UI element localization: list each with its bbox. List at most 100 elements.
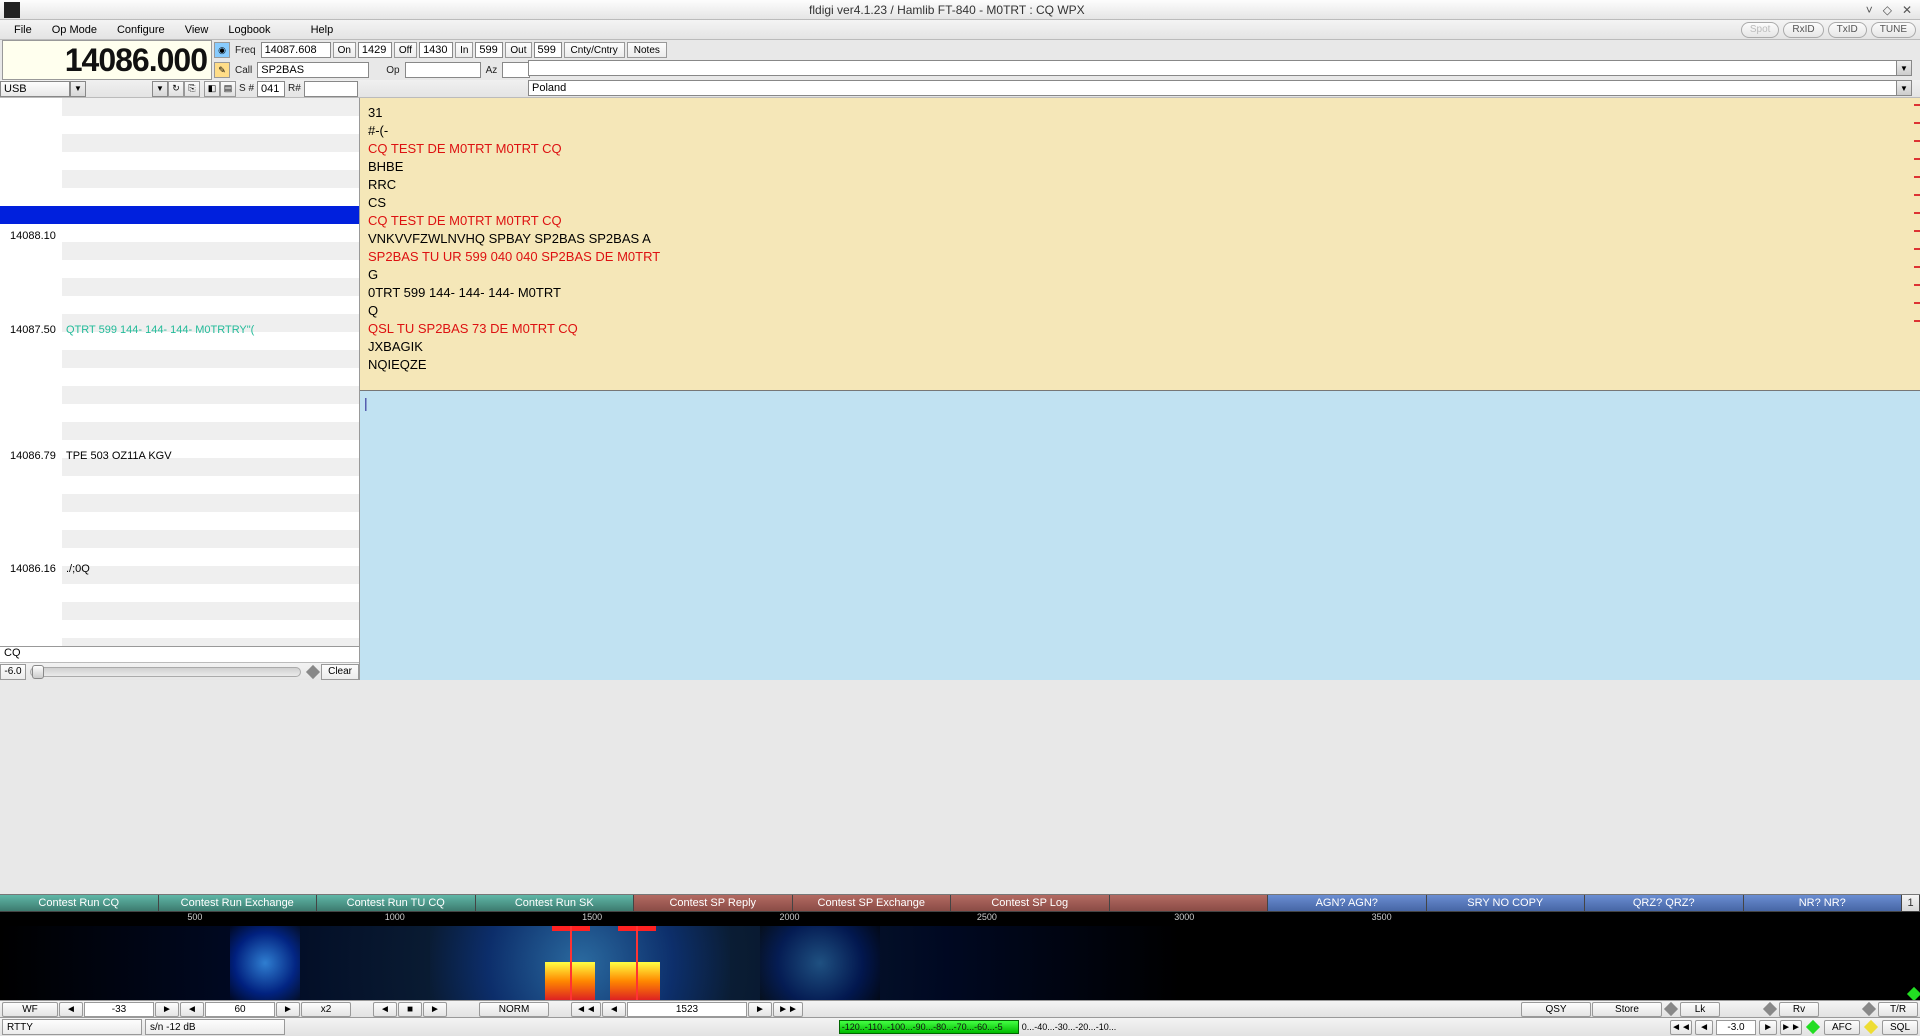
store-button[interactable]: Store xyxy=(1592,1002,1662,1017)
waterfall[interactable] xyxy=(0,926,1920,1000)
in-label: In xyxy=(455,42,473,58)
afc-indicator-icon xyxy=(1806,1020,1820,1034)
wf-level[interactable]: -33 xyxy=(84,1002,154,1017)
spot-freq[interactable]: 14088.10 xyxy=(10,230,56,242)
norm-button[interactable]: NORM xyxy=(479,1002,549,1017)
minimize-icon[interactable]: ˅ xyxy=(1866,3,1873,17)
macro-button[interactable]: Contest Run Exchange xyxy=(159,895,318,911)
on-field[interactable] xyxy=(358,42,392,58)
frequency-display[interactable]: 14086.000 xyxy=(2,40,212,80)
menu-view[interactable]: View xyxy=(175,22,219,38)
macro-button[interactable]: Contest Run TU CQ xyxy=(317,895,476,911)
tool-icon-3[interactable]: ◧ xyxy=(204,81,220,97)
txid-button[interactable]: TxID xyxy=(1828,22,1867,38)
notes-input[interactable]: ▼ xyxy=(528,60,1912,76)
lk-button[interactable]: Lk xyxy=(1680,1002,1720,1017)
spot-text[interactable]: TPE 503 OZ11A KGV xyxy=(66,450,172,462)
tool-icon-4[interactable]: ▤ xyxy=(220,81,236,97)
tr-button[interactable]: T/R xyxy=(1878,1002,1918,1017)
menu-opmode[interactable]: Op Mode xyxy=(42,22,107,38)
menu-configure[interactable]: Configure xyxy=(107,22,175,38)
macro-button[interactable]: QRZ? QRZ? xyxy=(1585,895,1744,911)
qsy-button[interactable]: QSY xyxy=(1521,1002,1591,1017)
wf-button[interactable]: WF xyxy=(2,1002,58,1017)
sq-prev-button[interactable]: ◄ xyxy=(1695,1020,1713,1035)
sql-button[interactable]: SQL xyxy=(1882,1020,1918,1035)
in-field[interactable] xyxy=(475,42,503,58)
clear-button[interactable]: Clear xyxy=(321,664,359,680)
menu-help[interactable]: Help xyxy=(301,22,344,38)
next-button[interactable]: ► xyxy=(155,1002,179,1017)
sq-next-button[interactable]: ► xyxy=(1759,1020,1777,1035)
tune-button[interactable]: TUNE xyxy=(1871,22,1916,38)
wfnext-button[interactable]: ► xyxy=(423,1002,447,1017)
op-field[interactable] xyxy=(405,62,481,78)
az-field[interactable] xyxy=(502,62,530,78)
tool-icon-2[interactable]: ⎘ xyxy=(184,81,200,97)
afc-button[interactable]: AFC xyxy=(1824,1020,1860,1035)
spot-freq[interactable]: 14086.79 xyxy=(10,450,56,462)
macro-button[interactable]: Contest SP Reply xyxy=(634,895,793,911)
menu-logbook[interactable]: Logbook xyxy=(218,22,280,38)
spot-text[interactable]: QTRT 599 144- 144- 144- M0TRTRY"( xyxy=(66,324,254,336)
rewind-button[interactable]: ◄◄ xyxy=(571,1002,601,1017)
ffwd-button[interactable]: ►► xyxy=(773,1002,803,1017)
macro-page[interactable]: 1 xyxy=(1902,895,1920,911)
macro-button[interactable]: AGN? AGN? xyxy=(1268,895,1427,911)
macro-button[interactable] xyxy=(1110,895,1269,911)
squelch-slider[interactable] xyxy=(30,667,301,677)
rv-button[interactable]: Rv xyxy=(1779,1002,1819,1017)
rx-pane[interactable]: 31#-(-CQ TEST DE M0TRT M0TRT CQBHBERRCCS… xyxy=(360,98,1920,391)
spot-freq[interactable]: 14087.50 xyxy=(10,324,56,336)
spot-freq[interactable]: 14086.16 xyxy=(10,563,56,575)
x2-button[interactable]: x2 xyxy=(301,1002,351,1017)
wf-range[interactable]: 60 xyxy=(205,1002,275,1017)
country-field[interactable]: Poland▼ xyxy=(528,80,1912,96)
rnum-field[interactable] xyxy=(304,81,358,97)
out-field[interactable] xyxy=(534,42,562,58)
country-dropdown-icon[interactable]: ▼ xyxy=(1896,80,1912,96)
snum-field[interactable] xyxy=(257,81,285,97)
rxid-button[interactable]: RxID xyxy=(1783,22,1823,38)
freq-field[interactable] xyxy=(261,42,331,58)
prev-button[interactable]: ◄ xyxy=(59,1002,83,1017)
spot-button[interactable]: Spot xyxy=(1741,22,1780,38)
macro-button[interactable]: SRY NO COPY xyxy=(1427,895,1586,911)
macro-button[interactable]: NR? NR? xyxy=(1744,895,1903,911)
wfprev-button[interactable]: ◄ xyxy=(373,1002,397,1017)
qrz-icon[interactable]: ◉ xyxy=(214,42,230,58)
tool-icon-1[interactable]: ↻ xyxy=(168,81,184,97)
signal-meter: -120..-110..-100...-90...-80...-70...-60… xyxy=(839,1020,1019,1034)
tx-pane[interactable]: | xyxy=(360,391,1920,680)
mode-select[interactable]: USB xyxy=(0,81,70,97)
cursor-freq[interactable]: 1523 xyxy=(627,1002,747,1017)
macro-button[interactable]: Contest Run SK xyxy=(476,895,635,911)
lookup-icon[interactable]: ✎ xyxy=(214,62,230,78)
macro-button[interactable]: Contest SP Exchange xyxy=(793,895,952,911)
cnty-button[interactable]: Cnty/Cntry xyxy=(564,42,625,58)
off-field[interactable] xyxy=(419,42,453,58)
call-field[interactable] xyxy=(257,62,369,78)
step-prev-button[interactable]: ◄ xyxy=(602,1002,626,1017)
waterfall-scale: 500100015002000250030003500 xyxy=(0,912,1920,926)
sql-indicator-icon xyxy=(1864,1020,1878,1034)
maximize-icon[interactable]: ◇ xyxy=(1883,3,1892,17)
sq-ffwd-button[interactable]: ►► xyxy=(1780,1020,1802,1035)
call-label: Call xyxy=(232,65,255,76)
menu-file[interactable]: File xyxy=(4,22,42,38)
macro-button[interactable]: Contest SP Log xyxy=(951,895,1110,911)
stop-button[interactable]: ■ xyxy=(398,1002,422,1017)
marker-icon xyxy=(1914,176,1920,178)
sq-rewind-button[interactable]: ◄◄ xyxy=(1670,1020,1692,1035)
dropdown-icon[interactable]: ▼ xyxy=(1896,60,1912,76)
step-next-button[interactable]: ► xyxy=(748,1002,772,1017)
macro-button[interactable]: Contest Run CQ xyxy=(0,895,159,911)
mode-dropdown-icon[interactable]: ▼ xyxy=(70,81,86,97)
spot-text[interactable]: ./;0Q xyxy=(66,563,90,575)
prev2-button[interactable]: ◄ xyxy=(180,1002,204,1017)
rx-line: CS xyxy=(368,194,1912,212)
notes-button[interactable]: Notes xyxy=(627,42,667,58)
aux-dropdown-icon[interactable]: ▼ xyxy=(152,81,168,97)
next2-button[interactable]: ► xyxy=(276,1002,300,1017)
close-icon[interactable]: ✕ xyxy=(1902,3,1912,17)
